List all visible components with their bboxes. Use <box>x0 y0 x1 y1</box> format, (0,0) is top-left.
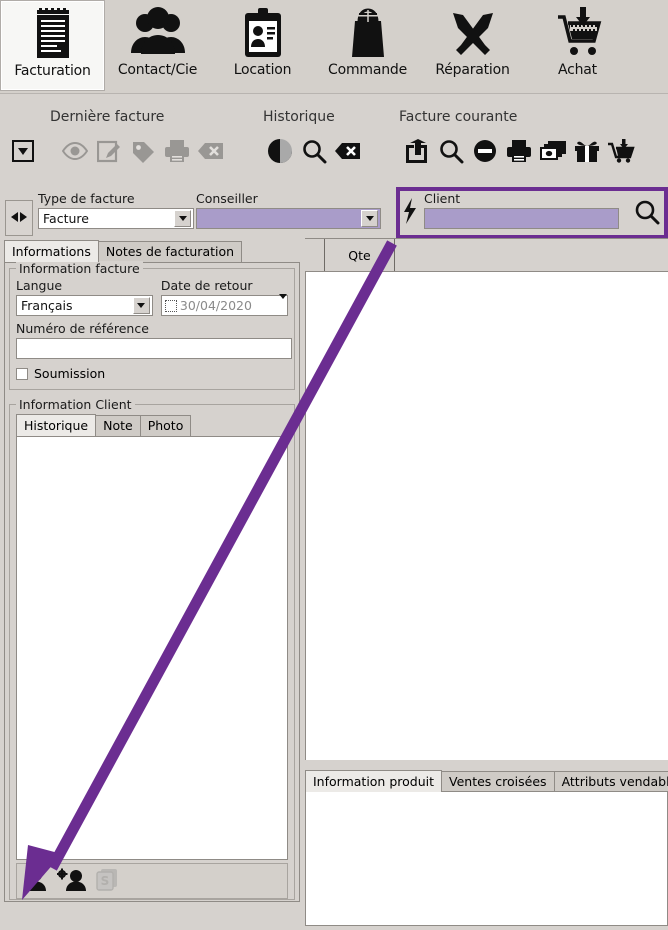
clear-tag-icon[interactable] <box>194 135 228 167</box>
type-facture-value: Facture <box>43 211 89 226</box>
grid-column-header[interactable] <box>305 239 325 271</box>
chevron-down-icon[interactable] <box>361 210 378 227</box>
tab-attributs-vendables[interactable]: Attributs vendables <box>553 771 668 792</box>
langue-label: Langue <box>16 278 63 293</box>
main-ribbon: Facturation Contact/Cie Location Command… <box>0 0 668 94</box>
information-facture-title: Information facture <box>16 261 143 276</box>
client-label: Client <box>424 191 461 206</box>
tab-information-produit[interactable]: Information produit <box>305 770 443 792</box>
money-note-icon[interactable]: S <box>95 868 121 895</box>
printer-icon[interactable] <box>502 135 536 167</box>
person-settings-icon[interactable] <box>56 868 87 895</box>
tab-informations[interactable]: Informations <box>4 240 99 262</box>
langue-combobox[interactable]: Français <box>16 295 153 316</box>
ribbon-item-location[interactable]: Location <box>210 0 315 91</box>
ribbon-item-reparation[interactable]: Réparation <box>420 0 525 91</box>
type-facture-combobox[interactable]: Facture <box>38 208 194 229</box>
chevron-down-icon[interactable] <box>174 210 191 227</box>
magnifier-icon[interactable] <box>297 135 331 167</box>
id-badge-icon <box>241 4 285 62</box>
information-client-groupbox: Information Client Historique Note Photo <box>9 397 295 900</box>
client-actions-statusbar: S <box>16 863 288 899</box>
tab-historique[interactable]: Historique <box>16 414 97 436</box>
wrench-screwdriver-icon <box>447 4 499 62</box>
date-retour-checkbox[interactable] <box>164 299 177 312</box>
printer-icon[interactable] <box>160 135 194 167</box>
chevron-down-icon[interactable] <box>279 293 287 313</box>
invoice-pad-icon <box>31 5 75 63</box>
type-facture-label: Type de facture <box>38 191 135 206</box>
client-field: Client <box>402 191 660 229</box>
left-panel-tabstrip: Informations Notes de facturation <box>4 240 300 262</box>
toolbar-zone: Dernière facture Historique Facture cour… <box>0 94 668 182</box>
ribbon-item-contact-cie[interactable]: Contact/Cie <box>105 0 210 91</box>
left-right-arrow-icon <box>10 210 28 227</box>
conseiller-field: Conseiller <box>196 191 381 229</box>
soumission-checkbox[interactable] <box>16 367 28 380</box>
date-retour-datepicker[interactable]: 30/04/2020 <box>160 293 288 316</box>
pie-chart-icon[interactable] <box>263 135 297 167</box>
bottom-tab-content[interactable] <box>305 791 668 926</box>
left-panel: Informations Notes de facturation Inform… <box>4 240 300 926</box>
grid-column-header-qte[interactable]: Qte <box>325 239 395 271</box>
ribbon-item-commande[interactable]: Commande <box>315 0 420 91</box>
numero-reference-input[interactable] <box>16 338 292 359</box>
conseiller-combobox[interactable] <box>196 208 381 229</box>
edit-note-icon[interactable] <box>92 135 126 167</box>
share-export-icon[interactable] <box>400 135 434 167</box>
date-retour-value: 30/04/2020 <box>179 298 252 313</box>
product-grid-body[interactable] <box>305 272 668 760</box>
minus-circle-icon[interactable] <box>468 135 502 167</box>
ribbon-item-label: Réparation <box>435 62 510 78</box>
tab-note[interactable]: Note <box>95 415 141 436</box>
svg-text:S: S <box>101 874 110 888</box>
ribbon-item-achat[interactable]: Achat <box>525 0 630 91</box>
lightning-bolt-icon[interactable] <box>402 198 418 229</box>
historique-content-area[interactable] <box>16 436 288 860</box>
client-input[interactable] <box>424 208 619 229</box>
information-client-tabstrip: Historique Note Photo <box>16 414 288 436</box>
soumission-label: Soumission <box>34 366 106 381</box>
panel-splitter-button[interactable] <box>5 200 33 236</box>
ribbon-item-label: Location <box>233 62 292 78</box>
toolbar-group-title-current-invoice: Facture courante <box>399 109 518 125</box>
eye-view-icon[interactable] <box>58 135 92 167</box>
cash-stack-icon[interactable] <box>536 135 570 167</box>
person-icon[interactable] <box>23 868 49 895</box>
application-window: Facturation Contact/Cie Location Command… <box>0 0 668 930</box>
date-retour-label: Date de retour <box>160 278 253 293</box>
magnifier-icon[interactable] <box>434 135 468 167</box>
toolbar-group-title-history: Historique <box>263 109 335 125</box>
type-facture-field: Type de facture Facture <box>38 191 194 229</box>
information-client-title: Information Client <box>16 397 135 412</box>
shopping-bag-icon <box>345 4 391 62</box>
grid-column-header[interactable] <box>395 239 668 271</box>
clear-tag-icon[interactable] <box>331 135 365 167</box>
chevron-down-icon[interactable] <box>132 297 150 314</box>
ribbon-item-facturation[interactable]: Facturation <box>0 0 105 91</box>
tag-icon[interactable] <box>126 135 160 167</box>
product-grid-header: Qte <box>305 238 668 272</box>
ribbon-item-label: Commande <box>328 62 407 78</box>
bottom-tabstrip: Information produit Ventes croisées Attr… <box>305 768 668 792</box>
client-search-icon[interactable] <box>634 199 660 229</box>
ribbon-item-label: Achat <box>558 62 597 78</box>
information-facture-groupbox: Information facture Langue Français Date… <box>9 261 295 390</box>
ribbon-item-label: Contact/Cie <box>117 62 198 78</box>
toolbar-group-title-last-invoice: Dernière facture <box>50 109 165 125</box>
tab-photo[interactable]: Photo <box>139 415 192 436</box>
cart-download-icon <box>552 4 604 62</box>
numero-reference-label: Numéro de référence <box>16 321 149 336</box>
people-group-icon <box>130 4 186 62</box>
tab-notes-de-facturation[interactable]: Notes de facturation <box>97 241 243 262</box>
ribbon-item-label: Facturation <box>14 63 91 79</box>
left-panel-tab-body: Information facture Langue Français Date… <box>4 261 300 902</box>
gift-icon[interactable] <box>570 135 604 167</box>
conseiller-label: Conseiller <box>196 191 258 206</box>
tab-ventes-croisees[interactable]: Ventes croisées <box>441 771 555 792</box>
dropdown-arrow-button[interactable] <box>6 135 40 167</box>
langue-value: Français <box>21 298 73 313</box>
soumission-row[interactable]: Soumission <box>16 366 288 381</box>
cart-download-icon[interactable] <box>604 135 638 167</box>
